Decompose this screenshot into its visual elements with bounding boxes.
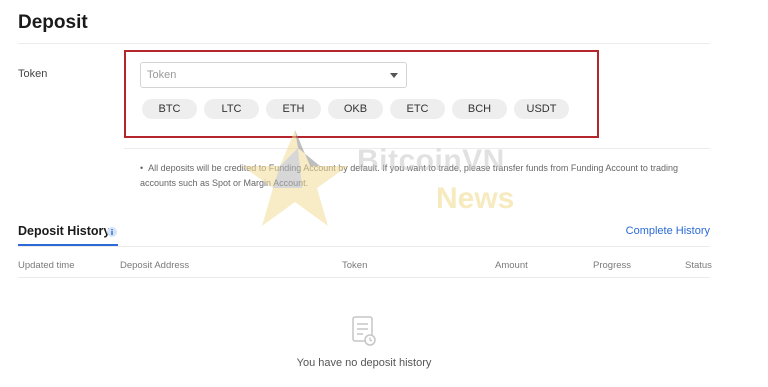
deposit-note: • All deposits will be credited to Fundin…: [140, 161, 715, 191]
chevron-down-icon: [390, 73, 398, 78]
page-title: Deposit: [18, 12, 88, 33]
info-icon[interactable]: [107, 227, 117, 237]
token-chip-ltc[interactable]: LTC: [204, 99, 259, 119]
token-select[interactable]: Token: [140, 62, 407, 88]
title-divider: [18, 43, 710, 44]
deposit-history-title[interactable]: Deposit History: [18, 224, 110, 238]
bullet-icon: •: [140, 163, 144, 173]
table-header-divider: [18, 277, 710, 278]
token-chip-bch[interactable]: BCH: [452, 99, 507, 119]
history-divider: [18, 246, 710, 247]
document-icon: [352, 316, 376, 346]
empty-state-text: You have no deposit history: [296, 357, 432, 369]
token-chip-etc[interactable]: ETC: [390, 99, 445, 119]
complete-history-link[interactable]: Complete History: [626, 225, 710, 237]
token-chip-okb[interactable]: OKB: [328, 99, 383, 119]
column-header-updated-time: Updated time: [18, 260, 75, 271]
token-label: Token: [18, 68, 48, 80]
column-header-deposit-address: Deposit Address: [120, 260, 190, 271]
token-chip-eth[interactable]: ETH: [266, 99, 321, 119]
column-header-progress: Progress: [593, 260, 632, 271]
token-chip-btc[interactable]: BTC: [142, 99, 197, 119]
deposit-note-text: All deposits will be credited to Funding…: [140, 163, 678, 188]
column-header-amount: Amount: [495, 260, 528, 271]
token-select-placeholder: Token: [147, 69, 177, 81]
column-header-status: Status: [685, 260, 712, 271]
token-chip-list: BTC LTC ETH OKB ETC BCH USDT: [142, 99, 569, 119]
content-divider: [124, 148, 710, 149]
column-header-token: Token: [342, 260, 368, 271]
token-chip-usdt[interactable]: USDT: [514, 99, 569, 119]
